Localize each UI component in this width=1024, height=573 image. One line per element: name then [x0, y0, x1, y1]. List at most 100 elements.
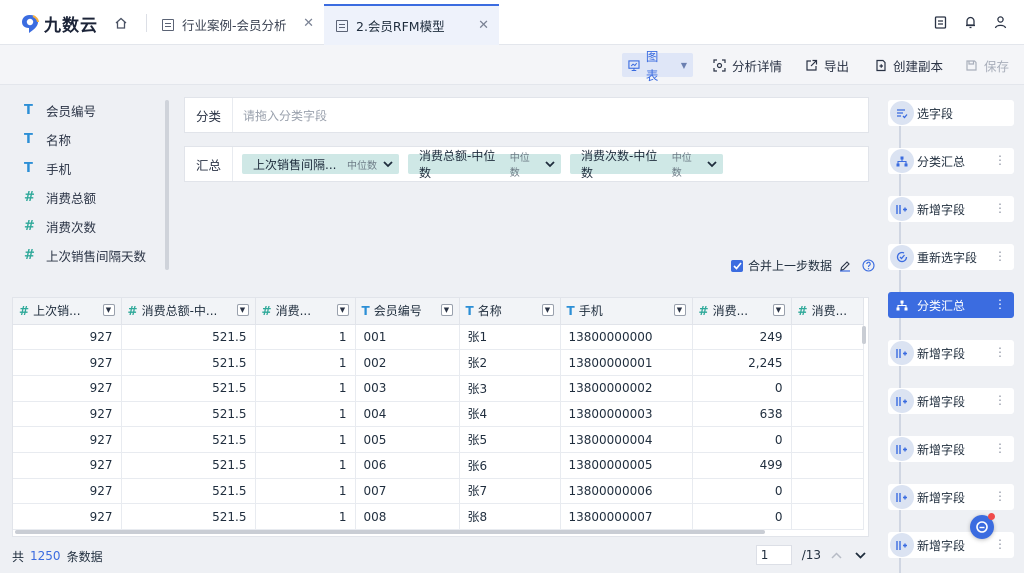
step-add-field[interactable]: 新增字段 ⋮ [888, 340, 1014, 366]
page-number-input[interactable]: 1 [755, 545, 792, 565]
column-menu-icon[interactable]: ▼ [772, 304, 785, 316]
category-label: 分类 [185, 98, 233, 132]
table-row[interactable]: 927 521.5 1 005 张5 13800000004 0 [13, 426, 864, 453]
table-cell: 927 [13, 401, 122, 428]
step-add-field[interactable]: 新增字段 ⋮ [888, 436, 1014, 462]
notifications-button[interactable] [962, 14, 978, 30]
tab-rfm-model[interactable]: 2.会员RFM模型 ✕ [324, 4, 499, 45]
brand-logo[interactable]: 九数云 [20, 11, 98, 36]
more-icon[interactable]: ⋮ [994, 249, 1006, 263]
column-menu-icon[interactable]: ▼ [541, 304, 554, 316]
column-header[interactable]: T 手机 ▼ [560, 298, 693, 325]
task-list-button[interactable] [932, 14, 948, 30]
table-cell: 521.5 [121, 503, 256, 530]
category-drop-zone[interactable]: 分类 请拖入分类字段 [184, 97, 869, 133]
export-button[interactable]: 导出 [799, 53, 855, 77]
table-footer: 共 1250 条数据 1 /13 [12, 545, 869, 567]
table-cell: 927 [13, 452, 122, 479]
step-add-field[interactable]: 新增字段 ⋮ [888, 532, 1014, 558]
field-item[interactable]: # 消费总额 [12, 183, 174, 212]
more-icon[interactable]: ⋮ [994, 393, 1006, 407]
column-header[interactable]: # 消费总额-中... ▼ [121, 298, 256, 325]
column-label: 消费... [712, 304, 749, 319]
chevron-down-icon[interactable] [543, 157, 557, 171]
close-icon[interactable]: ✕ [303, 16, 314, 31]
step-add-field[interactable]: 新增字段 ⋮ [888, 484, 1014, 510]
column-header[interactable]: T 会员编号 ▼ [355, 298, 460, 325]
home-button[interactable] [108, 12, 134, 34]
column-menu-icon[interactable]: ▼ [336, 304, 349, 316]
merge-checkbox[interactable] [731, 259, 743, 272]
more-icon[interactable]: ⋮ [994, 537, 1006, 551]
table-row[interactable]: 927 521.5 1 001 张1 13800000000 249 [13, 324, 864, 351]
more-icon[interactable]: ⋮ [994, 153, 1006, 167]
save-button[interactable]: 保存 [959, 53, 1015, 77]
copy-icon [876, 59, 886, 71]
step-group-summary[interactable]: 分类汇总 ⋮ [888, 148, 1014, 174]
field-item[interactable]: T 名称 [12, 125, 174, 154]
table-cell: 1 [255, 324, 356, 351]
help-chat-button[interactable] [970, 513, 995, 539]
table-cell: 13800000001 [560, 349, 693, 376]
table-row[interactable]: 927 521.5 1 006 张6 13800000005 499 [13, 452, 864, 479]
field-item[interactable]: T 会员编号 [12, 96, 174, 125]
column-header[interactable]: T 名称 ▼ [459, 298, 561, 325]
field-item[interactable]: # 消费次数 [12, 212, 174, 241]
next-page-button[interactable] [851, 546, 869, 564]
chart-button[interactable]: 图表 ▼ [622, 49, 693, 83]
table-cell [791, 401, 864, 428]
chevron-down-icon[interactable] [381, 157, 395, 171]
step-pipeline: 选字段 分类汇总 ⋮ 新增字段 ⋮ 重新选字段 ⋮ 分类汇总 ⋮ 新增字段 ⋮ … [882, 96, 1014, 573]
step-select-fields[interactable]: 选字段 [888, 100, 1014, 126]
table-cell: 003 [355, 375, 460, 402]
step-reselect-fields[interactable]: 重新选字段 ⋮ [888, 244, 1014, 270]
previous-page-button[interactable] [827, 546, 845, 564]
summary-drop-zone[interactable]: 汇总 上次销售间隔... 中位数 消费总额-中位数 中位数 消费次数-中位数 中… [184, 146, 869, 182]
column-header[interactable]: # 消费... ▼ [255, 298, 356, 325]
more-icon[interactable]: ⋮ [994, 345, 1006, 359]
chip-aggregation: 中位数 [671, 153, 692, 179]
table-row[interactable]: 927 521.5 1 008 张8 13800000007 0 [13, 503, 864, 530]
column-header[interactable]: # 消费... ▼ [692, 298, 792, 325]
table-cell: 13800000006 [560, 478, 693, 505]
table-cell: 张7 [459, 478, 561, 505]
table-row[interactable]: 927 521.5 1 003 张3 13800000002 0 [13, 375, 864, 402]
table-horizontal-scrollbar[interactable] [15, 530, 765, 534]
close-icon[interactable]: ✕ [478, 18, 489, 33]
more-icon[interactable]: ⋮ [994, 201, 1006, 215]
field-list-scrollbar[interactable] [165, 100, 169, 270]
help-icon[interactable] [862, 259, 875, 272]
chevron-up-icon [830, 551, 842, 559]
table-row[interactable]: 927 521.5 1 002 张2 13800000001 2,245 [13, 349, 864, 376]
table-vertical-scrollbar[interactable] [862, 326, 866, 344]
column-menu-icon[interactable]: ▼ [673, 304, 686, 316]
more-icon[interactable]: ⋮ [994, 441, 1006, 455]
column-menu-icon[interactable]: ▼ [102, 304, 115, 316]
create-copy-button[interactable]: 创建副本 [868, 53, 949, 77]
table-row[interactable]: 927 521.5 1 004 张4 13800000003 638 [13, 401, 864, 428]
table-cell: 521.5 [121, 401, 256, 428]
step-group-summary-active[interactable]: 分类汇总 ⋮ [888, 292, 1014, 318]
step-add-field[interactable]: 新增字段 ⋮ [888, 196, 1014, 222]
column-header[interactable]: # 消费... [791, 298, 864, 325]
step-add-field[interactable]: 新增字段 ⋮ [888, 388, 1014, 414]
column-menu-icon[interactable]: ▼ [236, 304, 249, 316]
edit-icon[interactable] [839, 260, 851, 272]
merge-previous-toggle[interactable]: 合并上一步数据 [731, 257, 875, 274]
table-row[interactable]: 927 521.5 1 007 张7 13800000006 0 [13, 478, 864, 505]
tab-member-analysis[interactable]: 行业案例-会员分析 ✕ [150, 4, 324, 45]
column-header[interactable]: # 上次销... ▼ [13, 298, 122, 325]
summary-chip[interactable]: 消费次数-中位数 中位数 [570, 149, 723, 180]
chevron-down-icon[interactable] [705, 157, 719, 171]
column-menu-icon[interactable]: ▼ [440, 304, 453, 316]
field-item[interactable]: # 上次销售间隔天数 [12, 241, 174, 270]
clipboard-icon [934, 16, 946, 29]
more-icon[interactable]: ⋮ [994, 489, 1006, 503]
user-button[interactable] [992, 14, 1008, 30]
analysis-detail-button[interactable]: 分析详情 [707, 53, 788, 77]
summary-chip[interactable]: 上次销售间隔... 中位数 [242, 154, 399, 174]
more-icon[interactable]: ⋮ [994, 297, 1006, 311]
field-item[interactable]: T 手机 [12, 154, 174, 183]
table-cell: 1 [255, 349, 356, 376]
summary-chip[interactable]: 消费总额-中位数 中位数 [408, 149, 561, 180]
